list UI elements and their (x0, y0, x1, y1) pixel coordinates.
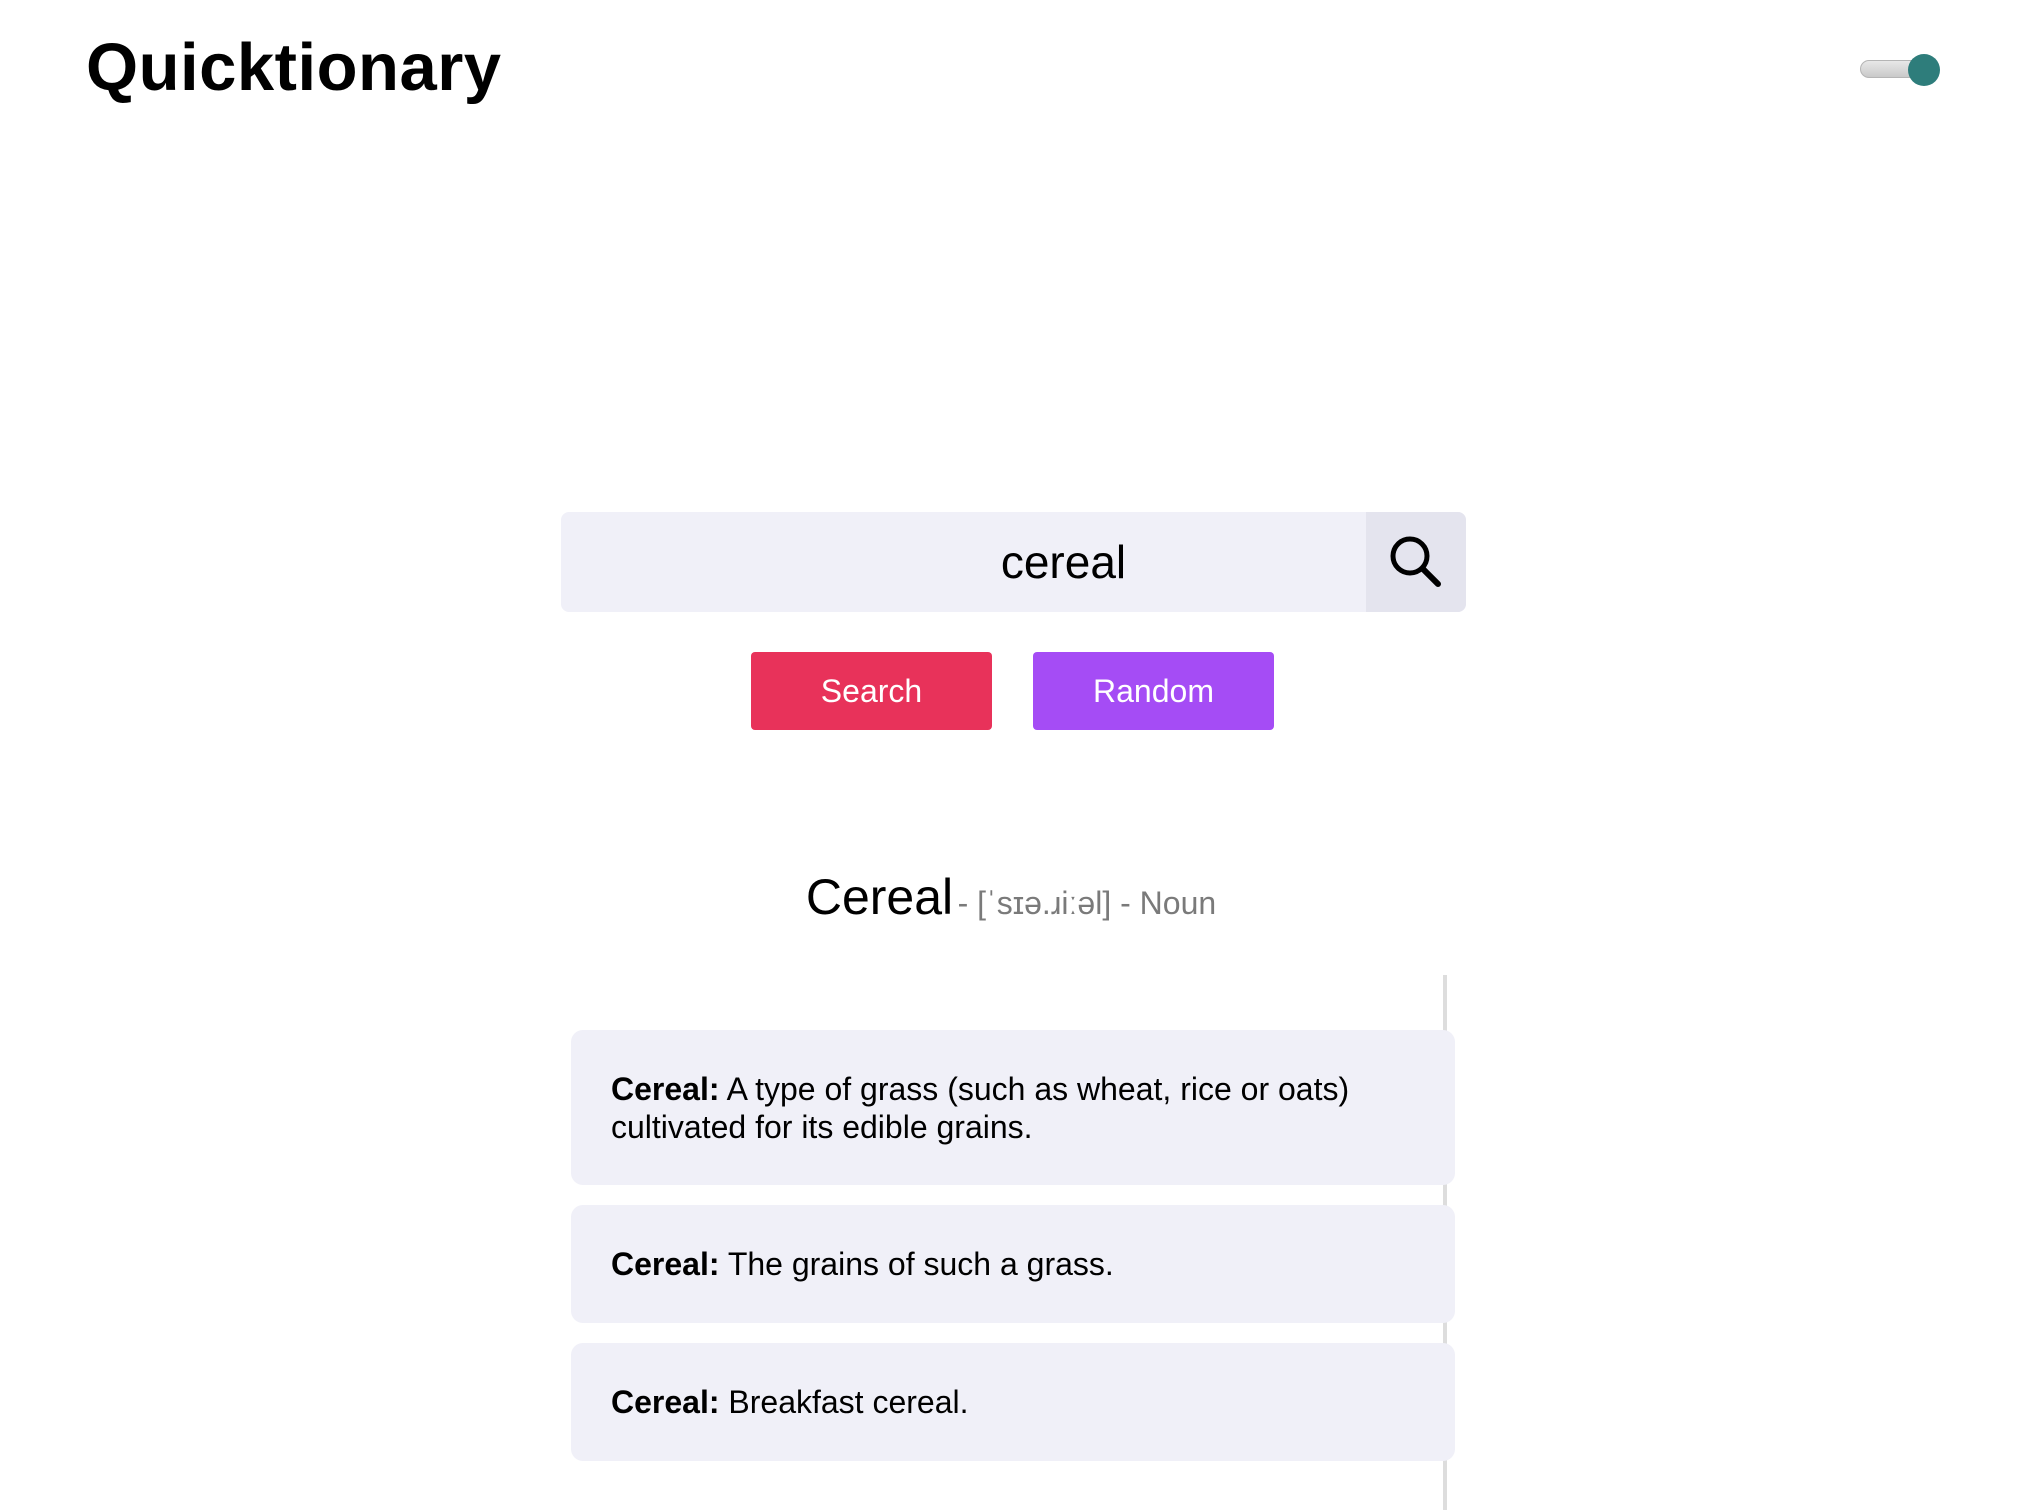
search-icon-button[interactable] (1366, 512, 1466, 612)
app-title: Quicktionary (86, 30, 502, 105)
search-input[interactable] (561, 512, 1366, 612)
definition-term: Cereal: (611, 1384, 720, 1420)
random-button[interactable]: Random (1033, 652, 1274, 730)
definition-card: Cereal: The grains of such a grass. (571, 1205, 1455, 1323)
definition-card: Cereal: A type of grass (such as wheat, … (571, 1030, 1455, 1185)
definition-content: Cereal: Breakfast cereal. (611, 1383, 969, 1421)
definition-term: Cereal: (611, 1246, 720, 1282)
search-box (561, 512, 1466, 612)
definition-text: Breakfast cereal. (728, 1384, 969, 1420)
search-button[interactable]: Search (751, 652, 992, 730)
definition-content: Cereal: The grains of such a grass. (611, 1245, 1114, 1283)
theme-toggle[interactable] (1860, 54, 1940, 86)
word-pronunciation-pos: - [ˈsɪə.ɹiːəl] - Noun (957, 885, 1217, 921)
definition-content: Cereal: A type of grass (such as wheat, … (611, 1070, 1415, 1146)
word-header: Cereal - [ˈsɪə.ɹiːəl] - Noun (0, 868, 2022, 926)
definition-text: The grains of such a grass. (727, 1246, 1114, 1282)
definitions-list[interactable]: Cereal: A type of grass (such as wheat, … (571, 975, 1455, 1510)
toggle-knob (1908, 54, 1940, 86)
search-icon (1390, 536, 1441, 587)
definition-term: Cereal: (611, 1070, 720, 1107)
definition-card: Cereal: Breakfast cereal. (571, 1343, 1455, 1461)
definition-text: A type of grass (such as wheat, rice or … (611, 1070, 1350, 1145)
word-title: Cereal (805, 869, 954, 925)
